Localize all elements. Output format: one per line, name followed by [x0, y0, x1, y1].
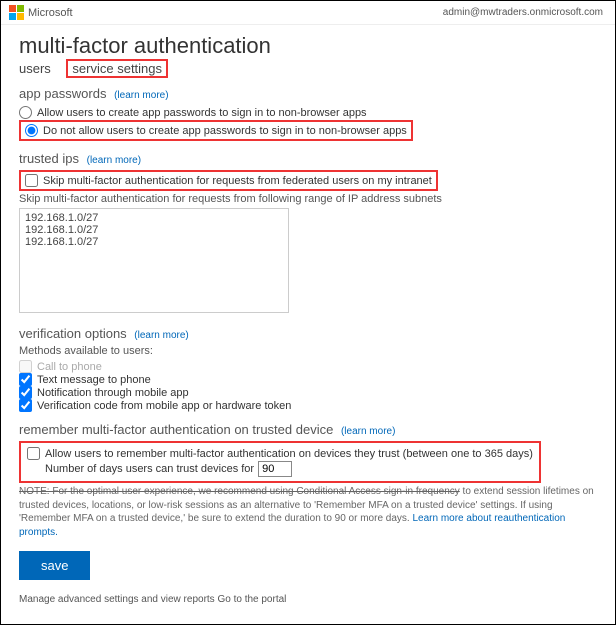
checkbox-skip-federated[interactable]: Skip multi-factor authentication for req…	[25, 173, 432, 188]
checkbox-app-notification[interactable]: Notification through mobile app	[19, 386, 597, 399]
verification-heading: verification options	[19, 326, 127, 341]
tab-service-settings[interactable]: service settings	[66, 59, 168, 78]
skip-federated-label: Skip multi-factor authentication for req…	[43, 175, 432, 187]
page-title: multi-factor authentication	[19, 33, 597, 59]
remember-learn-link[interactable]: (learn more)	[341, 426, 395, 437]
checkbox-app-code[interactable]: Verification code from mobile app or har…	[19, 399, 597, 412]
ip-range-label: Skip multi-factor authentication for req…	[19, 193, 597, 205]
trusted-ips-heading: trusted ips	[19, 151, 79, 166]
remember-heading: remember multi-factor authentication on …	[19, 422, 333, 437]
ip-range-textarea[interactable]	[19, 208, 289, 313]
days-label: Number of days users can trust devices f…	[45, 463, 254, 475]
app-passwords-heading: app passwords	[19, 86, 106, 101]
days-input[interactable]	[258, 461, 292, 477]
tab-users[interactable]: users	[19, 61, 51, 76]
app-code-label: Verification code from mobile app or har…	[37, 400, 291, 412]
footer-cutoff: Manage advanced settings and view report…	[19, 594, 597, 605]
brand-label: Microsoft	[28, 7, 73, 19]
admin-account: admin@mwtraders.onmicrosoft.com	[443, 7, 603, 18]
remember-note: NOTE: For the optimal user experience, w…	[19, 485, 597, 539]
microsoft-logo: Microsoft	[9, 5, 73, 20]
checkbox-remember-mfa[interactable]: Allow users to remember multi-factor aut…	[27, 446, 533, 461]
radio-deny-app-passwords[interactable]: Do not allow users to create app passwor…	[25, 123, 407, 138]
methods-label: Methods available to users:	[19, 345, 597, 357]
radio-deny-label: Do not allow users to create app passwor…	[43, 125, 407, 137]
checkbox-text-to-phone[interactable]: Text message to phone	[19, 373, 597, 386]
app-passwords-learn-link[interactable]: (learn more)	[114, 90, 168, 101]
radio-allow-label: Allow users to create app passwords to s…	[37, 107, 367, 119]
app-notify-label: Notification through mobile app	[37, 387, 189, 399]
text-label: Text message to phone	[37, 374, 151, 386]
checkbox-call-to-phone[interactable]: Call to phone	[19, 360, 597, 373]
save-button[interactable]: save	[19, 551, 90, 580]
tabs: users service settings	[19, 61, 597, 76]
trusted-ips-learn-link[interactable]: (learn more)	[87, 155, 141, 166]
verification-learn-link[interactable]: (learn more)	[134, 330, 188, 341]
radio-allow-app-passwords[interactable]: Allow users to create app passwords to s…	[19, 105, 597, 120]
call-label: Call to phone	[37, 361, 102, 373]
remember-allow-label: Allow users to remember multi-factor aut…	[45, 448, 533, 460]
